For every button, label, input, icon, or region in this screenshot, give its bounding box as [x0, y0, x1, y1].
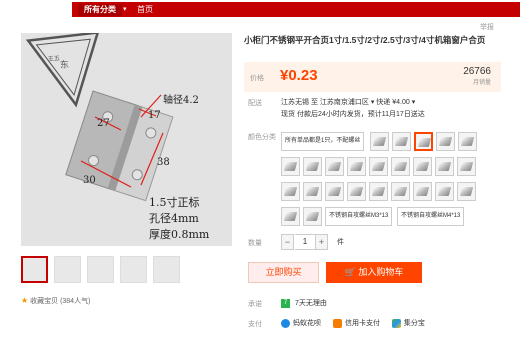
- sold-label: 月销量: [472, 80, 491, 86]
- color-swatch[interactable]: [281, 157, 300, 176]
- monthly-sales: 26766 月销量: [463, 66, 491, 86]
- color-option-screw-m4[interactable]: 不锈钢自攻螺丝M4*13: [397, 207, 465, 226]
- color-option-no-screw[interactable]: 所有单品都是1只，不配螺丝: [281, 132, 365, 151]
- promise-text[interactable]: 7天无理由: [295, 300, 327, 307]
- home-link[interactable]: 首页: [137, 4, 153, 16]
- top-nav: 所有分类 ▾ 首页: [0, 0, 520, 18]
- sold-count: 26766: [463, 66, 491, 77]
- jifenbao-icon: [391, 318, 401, 328]
- color-swatch-selected[interactable]: [414, 132, 433, 151]
- color-swatch[interactable]: [303, 182, 322, 201]
- spec-line-2: 孔径4mm: [149, 212, 199, 225]
- color-swatch[interactable]: [369, 182, 388, 201]
- report-link[interactable]: 举报: [480, 22, 494, 32]
- color-swatch[interactable]: [369, 157, 388, 176]
- delivery-eta: 现货 付款后24小时内发货，预计11月17日送达: [281, 111, 425, 118]
- favorite-text: 收藏宝贝 (384人气): [30, 298, 91, 305]
- delivery-label: 配送: [248, 100, 262, 107]
- all-categories-menu[interactable]: 所有分类: [78, 4, 122, 16]
- color-swatch[interactable]: [370, 132, 389, 151]
- quantity-unit: 件: [337, 239, 344, 246]
- spec-line-1: 1.5寸正标: [149, 195, 200, 209]
- spec-line-3: 厚度0.8mm: [149, 227, 210, 241]
- color-swatch[interactable]: [392, 132, 411, 151]
- thumbnail-5[interactable]: [153, 256, 180, 283]
- color-swatch[interactable]: [325, 182, 344, 201]
- quantity-minus-button[interactable]: −: [281, 234, 294, 250]
- color-swatch[interactable]: [391, 157, 410, 176]
- color-swatch[interactable]: [281, 207, 300, 226]
- promise-info: 7 7天无理由: [281, 298, 327, 308]
- quantity-label: 数量: [248, 240, 262, 247]
- payment-jifenbao-label: 集分宝: [403, 320, 425, 327]
- dim-30: 30: [83, 175, 96, 186]
- price-label: 价格: [250, 75, 264, 82]
- color-swatch[interactable]: [347, 182, 366, 201]
- thumbnail-3[interactable]: [87, 256, 114, 283]
- color-swatch[interactable]: [435, 157, 454, 176]
- svg-text:东: 东: [59, 58, 69, 71]
- color-swatch[interactable]: [413, 157, 432, 176]
- color-swatch[interactable]: [435, 182, 454, 201]
- add-to-cart-label: 加入购物车: [358, 267, 404, 277]
- dim-17: 17: [148, 110, 161, 121]
- payment-credit-card-label: 信用卡支付: [344, 320, 380, 327]
- dim-38: 38: [157, 157, 170, 168]
- price-box: 价格 ¥0.23 26766 月销量: [244, 62, 501, 92]
- hinge-photo: 东 王五 轴径4.2 27 17 30 38 1.5寸正标 孔径4mm 厚度0.…: [21, 33, 232, 246]
- favorite-link[interactable]: ★ 收藏宝贝 (384人气): [21, 296, 90, 306]
- quantity-plus-button[interactable]: +: [315, 234, 328, 250]
- color-swatch[interactable]: [391, 182, 410, 201]
- delivery-route[interactable]: 江苏无锡 至 江苏南京浦口区 ▾ 快递 ¥4.00 ▾: [281, 97, 425, 109]
- color-swatch[interactable]: [281, 182, 300, 201]
- credit-card-icon: [332, 318, 342, 328]
- add-to-cart-button[interactable]: 🛒 加入购物车: [326, 262, 422, 283]
- color-swatch[interactable]: [303, 207, 322, 226]
- payment-label: 支付: [248, 321, 262, 328]
- chevron-down-icon: ▾: [123, 6, 127, 13]
- payment-huabei[interactable]: 蚂蚁花呗: [281, 318, 321, 328]
- payment-jifenbao[interactable]: 集分宝: [391, 318, 425, 328]
- payment-huabei-label: 蚂蚁花呗: [293, 320, 321, 327]
- cart-icon: 🛒: [344, 267, 356, 277]
- star-icon: ★: [21, 296, 29, 305]
- svg-text:王五: 王五: [48, 55, 61, 63]
- seven-day-icon: 7: [281, 298, 290, 308]
- color-swatch[interactable]: [457, 182, 476, 201]
- thumbnail-2[interactable]: [54, 256, 81, 283]
- thumbnail-1[interactable]: [21, 256, 48, 283]
- dim-27: 27: [97, 118, 110, 129]
- color-swatch[interactable]: [347, 157, 366, 176]
- huabei-icon: [281, 318, 290, 328]
- product-main-image[interactable]: 东 王五 轴径4.2 27 17 30 38 1.5寸正标 孔径4mm 厚度0.…: [21, 33, 232, 246]
- color-option-screw-m3[interactable]: 不锈钢自攻螺丝M3*13: [325, 207, 393, 226]
- buy-now-button[interactable]: 立即购买: [248, 262, 319, 283]
- payment-methods: 蚂蚁花呗 信用卡支付 集分宝: [281, 318, 435, 328]
- thumbnail-4[interactable]: [120, 256, 147, 283]
- quantity-input[interactable]: 1: [295, 234, 315, 250]
- color-swatch[interactable]: [413, 182, 432, 201]
- price-value: ¥0.23: [280, 67, 318, 84]
- color-swatch[interactable]: [436, 132, 455, 151]
- color-swatch[interactable]: [325, 157, 344, 176]
- promise-label: 承诺: [248, 301, 262, 308]
- color-swatch[interactable]: [457, 157, 476, 176]
- axis-label: 轴径4.2: [163, 93, 199, 106]
- color-swatch[interactable]: [303, 157, 322, 176]
- color-label: 颜色分类: [248, 134, 276, 141]
- delivery-info: 江苏无锡 至 江苏南京浦口区 ▾ 快递 ¥4.00 ▾ 现货 付款后24小时内发…: [281, 97, 425, 121]
- product-title: 小柜门不锈钢平开合页1寸/1.5寸/2寸/2.5寸/3寸/4寸机箱窗户合页: [244, 35, 486, 45]
- color-swatch[interactable]: [458, 132, 477, 151]
- payment-credit-card[interactable]: 信用卡支付: [332, 318, 380, 328]
- thumbnail-strip: [21, 256, 232, 286]
